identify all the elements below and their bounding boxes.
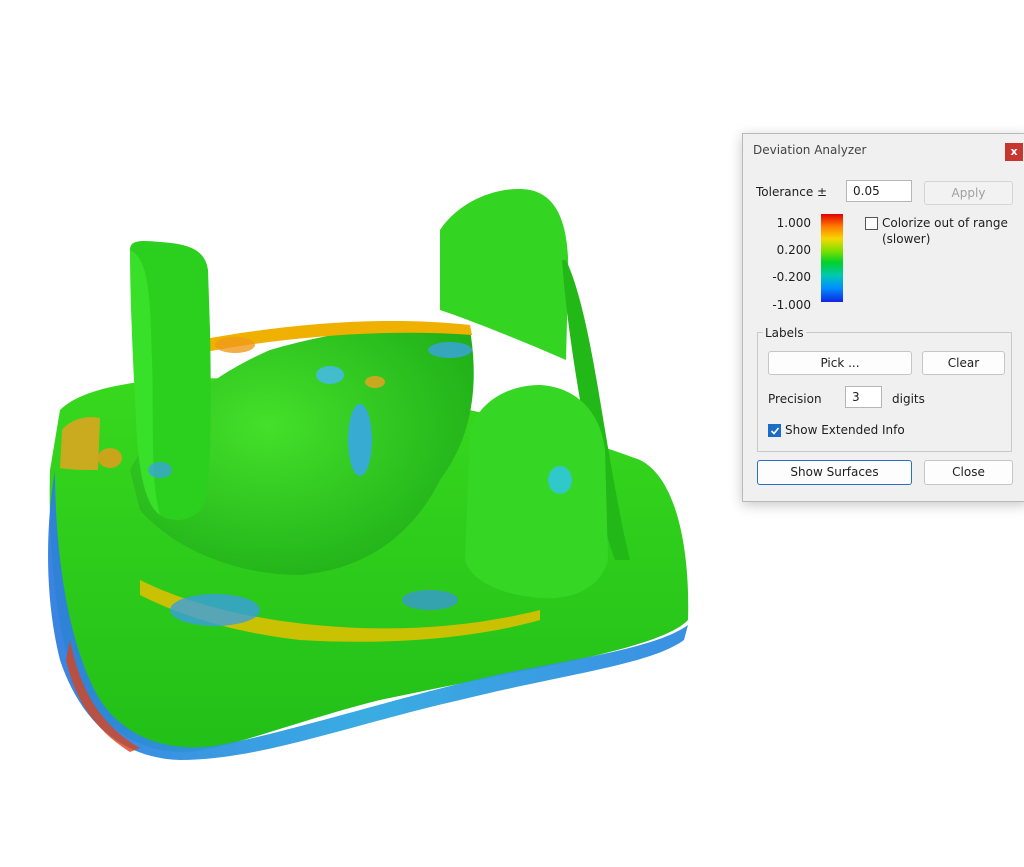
- scale-tick-min: -1.000: [772, 298, 811, 312]
- precision-label: Precision: [768, 392, 822, 406]
- scale-tick-lower: -0.200: [772, 270, 811, 284]
- checkmark-icon: [770, 427, 780, 435]
- patch-blue-2: [316, 366, 344, 384]
- deviation-model[interactable]: [48, 189, 689, 760]
- clear-button[interactable]: Clear: [922, 351, 1005, 375]
- colorize-label-line2: (slower): [882, 232, 931, 246]
- patch-blue-7: [402, 590, 458, 610]
- patch-orange-3: [98, 448, 122, 468]
- patch-blue-3: [170, 594, 260, 626]
- patch-blue-5: [428, 342, 472, 358]
- digits-label: digits: [892, 392, 925, 406]
- patch-orange-1: [215, 337, 255, 353]
- show-extended-info-label: Show Extended Info: [785, 423, 905, 437]
- apply-button[interactable]: Apply: [924, 181, 1013, 205]
- precision-input[interactable]: [845, 386, 882, 408]
- deviation-color-scale: [821, 214, 843, 302]
- colorize-out-of-range-checkbox[interactable]: [865, 217, 878, 230]
- model-right-front-post: [465, 385, 608, 599]
- tolerance-label: Tolerance ±: [756, 185, 828, 199]
- show-surfaces-button[interactable]: Show Surfaces: [757, 460, 912, 485]
- patch-blue-6: [148, 462, 172, 478]
- close-button[interactable]: Close: [924, 460, 1013, 485]
- close-icon[interactable]: x: [1005, 143, 1023, 161]
- patch-blue-1: [348, 404, 372, 476]
- dialog-title: Deviation Analyzer: [753, 143, 867, 157]
- patch-orange-2: [365, 376, 385, 388]
- show-extended-info-checkbox[interactable]: [768, 424, 781, 437]
- colorize-label-line1: Colorize out of range: [882, 216, 1008, 230]
- scale-tick-max: 1.000: [776, 216, 811, 230]
- deviation-analyzer-dialog: Deviation Analyzer x Tolerance ± Apply 1…: [742, 133, 1024, 502]
- tolerance-input[interactable]: [846, 180, 912, 202]
- pick-button[interactable]: Pick ...: [768, 351, 912, 375]
- patch-blue-4: [548, 466, 572, 494]
- dialog-titlebar[interactable]: Deviation Analyzer x: [743, 134, 1024, 165]
- labels-group-title: Labels: [763, 326, 806, 340]
- scale-tick-upper: 0.200: [776, 243, 811, 257]
